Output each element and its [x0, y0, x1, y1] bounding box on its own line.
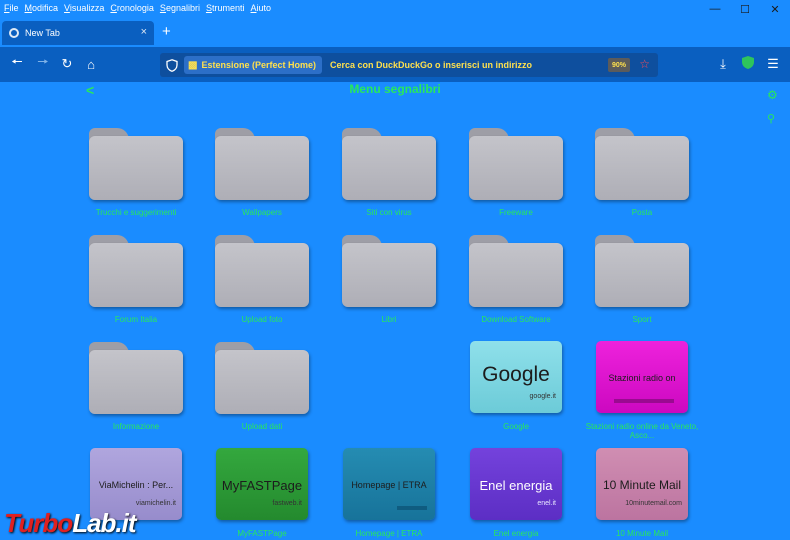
- site-domain: fastweb.it: [272, 500, 302, 507]
- zoom-level-badge[interactable]: 90%: [607, 58, 630, 72]
- folder-icon: [89, 342, 183, 414]
- tab-title: New Tab: [25, 28, 60, 38]
- site-domain: viamichelin.it: [135, 500, 176, 507]
- site-thumbnail: Enel energia enel.it: [470, 448, 562, 520]
- site-name: Enel energia: [479, 478, 553, 493]
- reload-icon[interactable]: ↻: [58, 55, 76, 73]
- menu-aiuto[interactable]: Aiuto: [251, 3, 272, 13]
- site-thumbnail: MyFASTPage fastweb.it: [216, 448, 308, 520]
- bookmark-star-icon[interactable]: ☆: [639, 57, 650, 71]
- site-label: Enel energia: [493, 529, 539, 538]
- download-icon[interactable]: ⤓: [714, 55, 732, 73]
- site-thumbnail: 10 Minute Mail 10minutemail.com: [596, 448, 688, 520]
- site-thumbnail: Stazioni radio on: [596, 341, 688, 413]
- folder-icon: [342, 128, 436, 200]
- shield-icon[interactable]: [166, 58, 178, 72]
- tab-new-tab[interactable]: New Tab ×: [2, 21, 154, 45]
- site-name: MyFASTPage: [221, 478, 303, 493]
- folder-label: Upload foto: [241, 315, 283, 324]
- folder-label: Siti con virus: [366, 208, 412, 217]
- menu-file[interactable]: File: [4, 3, 19, 13]
- folder-label: Wallpapers: [242, 208, 282, 217]
- navigation-bar: 🠔 🠖 ↻ ⌂ ▩ Estensione (Perfect Home) Cerc…: [0, 47, 790, 82]
- url-input[interactable]: Cerca con DuckDuckGo o inserisci un indi…: [330, 60, 532, 70]
- turbolab-logo: TurboLab.it: [4, 508, 137, 539]
- folder-icon: [595, 235, 689, 307]
- back-arrow-icon[interactable]: 🠔: [8, 54, 26, 73]
- minimize-icon[interactable]: —: [700, 0, 730, 18]
- menu-strumenti[interactable]: Strumenti: [206, 3, 245, 13]
- site-label: Google: [503, 422, 529, 431]
- folder-label: Sport: [632, 315, 652, 324]
- site-domain: 10minutemail.com: [625, 500, 682, 507]
- folder-icon: [215, 342, 309, 414]
- page-title: Menu segnalibri: [349, 82, 441, 96]
- site-label: Homepage | ETRA: [355, 529, 423, 538]
- site-name: ViaMichelin : Per...: [98, 480, 174, 490]
- forward-arrow-icon[interactable]: 🠖: [34, 54, 52, 73]
- menu-segnalibri[interactable]: Segnalibri: [160, 3, 200, 13]
- menu-bar: File Modifica Visualizza Cronologia Segn…: [0, 0, 790, 16]
- extension-badge[interactable]: ▩ Estensione (Perfect Home): [184, 56, 322, 74]
- home-icon[interactable]: ⌂: [82, 55, 100, 73]
- folder-label: Upload dati: [241, 422, 283, 431]
- site-name: Google: [482, 363, 550, 386]
- site-label: MyFASTPage: [237, 529, 287, 538]
- folder-label: Posta: [631, 208, 653, 217]
- firefox-icon: [9, 28, 19, 38]
- site-name: 10 Minute Mail: [602, 478, 682, 492]
- logo-part1: Turbo: [4, 508, 73, 538]
- maximize-icon[interactable]: ☐: [730, 0, 760, 18]
- folder-icon: [342, 235, 436, 307]
- site-domain: google.it: [529, 393, 556, 400]
- new-tab-button[interactable]: +: [162, 23, 171, 40]
- site-thumbnail: Google google.it: [470, 341, 562, 413]
- site-name: Stazioni radio on: [608, 373, 676, 383]
- folder-icon: [215, 235, 309, 307]
- puzzle-icon: ▩: [188, 59, 198, 71]
- extension-shield-icon[interactable]: [741, 55, 755, 70]
- gear-icon[interactable]: ⚙: [767, 88, 778, 102]
- site-domain-bar: [397, 506, 427, 510]
- site-thumbnail: Homepage | ETRA: [343, 448, 435, 520]
- menu-visualizza[interactable]: Visualizza: [64, 3, 104, 13]
- site-name: Homepage | ETRA: [351, 480, 427, 490]
- site-domain-bar: [614, 399, 674, 403]
- window-controls: — ☐ ✕: [700, 0, 790, 18]
- tab-strip: New Tab × +: [0, 18, 790, 47]
- folder-label: Informazione: [112, 422, 160, 431]
- logo-part2: Lab.it: [72, 508, 136, 538]
- folder-label: Libri: [381, 315, 397, 324]
- site-label: 10 Minute Mail: [615, 529, 669, 538]
- folder-icon: [89, 235, 183, 307]
- folder-label: Trucchi e suggerimenti: [95, 208, 177, 217]
- menu-cronologia[interactable]: Cronologia: [110, 3, 154, 13]
- tab-close-icon[interactable]: ×: [141, 26, 147, 38]
- close-window-icon[interactable]: ✕: [760, 0, 790, 18]
- search-icon[interactable]: ⚲: [767, 112, 775, 125]
- folder-label: Download Software: [481, 315, 551, 324]
- folder-icon: [469, 235, 563, 307]
- folder-icon: [469, 128, 563, 200]
- folder-icon: [215, 128, 309, 200]
- site-domain: enel.it: [537, 500, 556, 507]
- folder-label: Freeware: [499, 208, 533, 217]
- url-bar[interactable]: ▩ Estensione (Perfect Home) Cerca con Du…: [160, 53, 658, 77]
- folder-icon: [595, 128, 689, 200]
- site-label: Stazioni radio online da Veneto, Asco...: [585, 422, 699, 440]
- folder-label: Forum Italia: [114, 315, 158, 324]
- extension-label: Estensione (Perfect Home): [201, 60, 316, 70]
- folder-icon: [89, 128, 183, 200]
- hamburger-menu-icon[interactable]: ☰: [764, 55, 782, 73]
- menu-modifica[interactable]: Modifica: [25, 3, 59, 13]
